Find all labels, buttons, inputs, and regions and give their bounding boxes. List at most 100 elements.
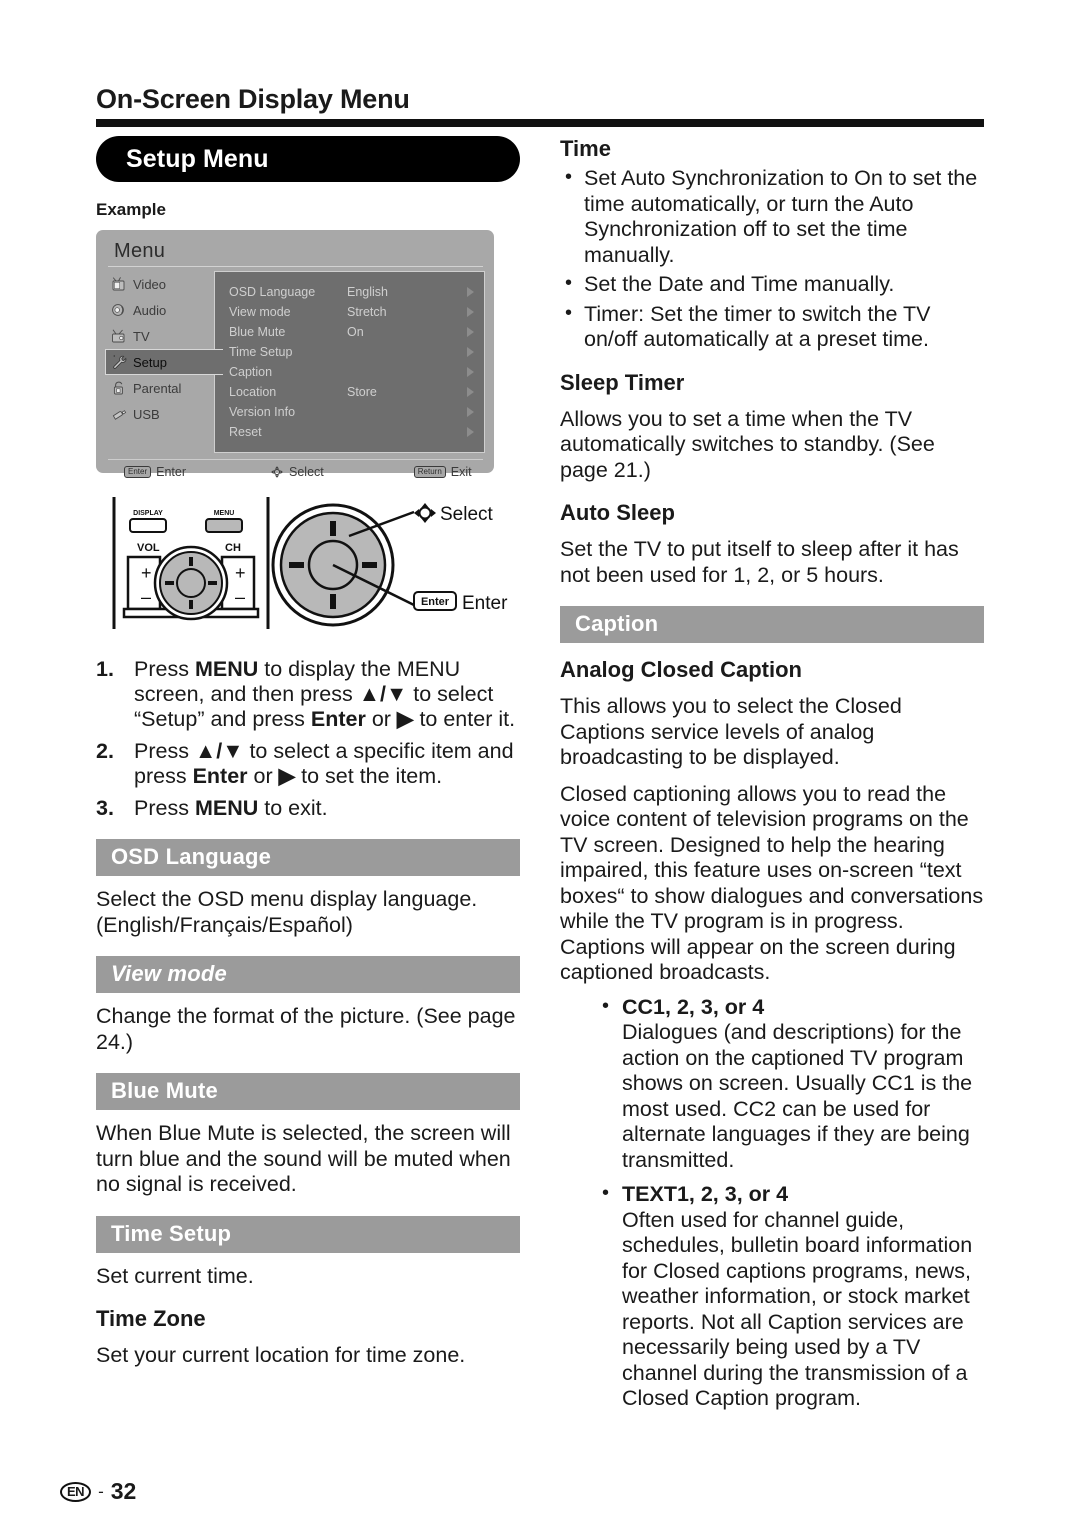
tv-menu-row[interactable]: Location Store bbox=[215, 382, 484, 402]
caption-item-title: TEXT1, 2, 3, or 4 bbox=[622, 1182, 789, 1206]
tv-menu-footer: Enter Enter Select Return Exit bbox=[106, 460, 485, 484]
dpad-up-marker bbox=[330, 521, 336, 536]
enter-key-icon: Enter bbox=[124, 466, 152, 478]
step-text: Press ▲/▼ to select a specific item and … bbox=[134, 739, 514, 788]
tv-menu-sidebar: Video Audio TV Setup Parental USB bbox=[105, 271, 223, 453]
display-button bbox=[129, 518, 167, 533]
caption-item-title: CC1, 2, 3, or 4 bbox=[622, 994, 765, 1019]
step-text: Press MENU to display the MENU screen, a… bbox=[134, 657, 516, 731]
remote-left-dpad bbox=[153, 545, 229, 621]
page-title: On-Screen Display Menu bbox=[96, 84, 410, 114]
tv-menu-row[interactable]: View mode Stretch bbox=[215, 302, 484, 322]
vol-minus-label: – bbox=[141, 587, 151, 607]
section-band-time-setup: Time Setup bbox=[96, 1215, 520, 1253]
caption-service-list: CC1, 2, 3, or 4 Dialogues (and descripti… bbox=[560, 994, 984, 1412]
chevron-right-icon bbox=[467, 327, 474, 337]
time-bullet-list: Set Auto Synchronization to On to set th… bbox=[560, 165, 984, 353]
tv-sidebar-item-video[interactable]: Video bbox=[106, 271, 216, 297]
tv-sidebar-item-usb[interactable]: USB bbox=[106, 401, 216, 427]
section-body-time-zone: Set your current location for time zone. bbox=[96, 1343, 466, 1367]
ch-label: CH bbox=[225, 542, 241, 554]
menu-button bbox=[205, 518, 243, 533]
lock-parental-icon bbox=[113, 381, 123, 395]
tv-menu-row-label: Time Setup bbox=[229, 345, 293, 359]
dpad-right-marker bbox=[362, 562, 377, 568]
analog-cc-paragraph-2: Closed captioning allows you to read the… bbox=[560, 781, 984, 985]
tv-sidebar-label: Audio bbox=[133, 302, 167, 318]
tv-sidebar-item-audio[interactable]: Audio bbox=[106, 297, 216, 323]
tv-sidebar-item-parental[interactable]: Parental bbox=[106, 375, 216, 401]
section-body-auto-sleep: Set the TV to put itself to sleep after … bbox=[560, 537, 959, 587]
tv-menu-row[interactable]: Caption bbox=[215, 362, 484, 382]
tv-menu-options-panel: OSD Language English View mode Stretch B… bbox=[214, 271, 485, 453]
vol-plus-label: + bbox=[141, 563, 152, 583]
section-body-time-setup: Set current time. bbox=[96, 1263, 254, 1288]
section-band-view-mode: View mode bbox=[96, 956, 520, 993]
step-number: 1. bbox=[96, 657, 114, 681]
dpad-select-icon bbox=[271, 466, 283, 478]
tv-sidebar-label: Parental bbox=[133, 380, 182, 396]
tv-footer-exit-label: Exit bbox=[450, 465, 472, 479]
chevron-right-icon bbox=[467, 287, 474, 297]
time-bullet: Timer: Set the timer to switch the TV on… bbox=[560, 301, 984, 353]
speaker-audio-icon bbox=[112, 304, 124, 316]
section-body-sleep-timer: Allows you to set a time when the TV aut… bbox=[560, 406, 935, 482]
tv-menu-row[interactable]: Time Setup bbox=[215, 342, 484, 362]
analog-cc-paragraph-1: This allows you to select the Closed Cap… bbox=[560, 694, 902, 769]
tv-menu-row[interactable]: OSD Language English bbox=[215, 282, 484, 302]
step-item: 3. Press MENU to exit. bbox=[96, 796, 520, 821]
ch-plus-label: + bbox=[235, 563, 246, 583]
tv-menu-row-label: OSD Language bbox=[229, 285, 316, 299]
dpad-down-marker bbox=[330, 594, 336, 609]
select-callout-icon bbox=[414, 503, 436, 523]
tv-menu-row[interactable]: Version Info bbox=[215, 402, 484, 422]
left-column: Setup Menu Example Menu Video Audio TV S… bbox=[96, 136, 520, 1369]
time-bullet: Set Auto Synchronization to On to set th… bbox=[560, 165, 984, 268]
tv-sidebar-item-tv[interactable]: TV bbox=[106, 323, 216, 349]
step-number: 3. bbox=[96, 796, 114, 820]
tv-footer-exit: Return Exit bbox=[413, 465, 472, 479]
enter-key-label: Enter bbox=[421, 596, 450, 608]
chevron-right-icon bbox=[467, 307, 474, 317]
footer-dash: - bbox=[98, 1481, 104, 1501]
dpad-left-marker bbox=[289, 562, 304, 568]
tv-menu-row-label: Blue Mute bbox=[229, 325, 286, 339]
tv-menu-row-label: Reset bbox=[229, 425, 262, 439]
page-footer: EN - 32 bbox=[60, 1478, 136, 1505]
tv-footer-select-label: Select bbox=[289, 465, 324, 479]
tv-menu-row-label: Version Info bbox=[229, 405, 296, 419]
chevron-right-icon bbox=[467, 427, 474, 437]
tv-menu-row[interactable]: Reset bbox=[215, 422, 484, 442]
setup-menu-heading: Setup Menu bbox=[96, 136, 520, 182]
tv-menu-row[interactable]: Blue Mute On bbox=[215, 322, 484, 342]
tv-menu-row-label: Caption bbox=[229, 365, 273, 379]
tv-menu-row-value: On bbox=[347, 325, 364, 339]
tv-sidebar-label: USB bbox=[133, 406, 160, 422]
menu-button-label: MENU bbox=[214, 510, 235, 517]
wrench-setup-icon bbox=[113, 355, 127, 369]
remote-control-diagram: DISPLAY MENU VOL CH + – + – Select Enter… bbox=[96, 489, 520, 635]
caption-item-body: Often used for channel guide, schedules,… bbox=[622, 1207, 973, 1411]
chevron-right-icon bbox=[467, 347, 474, 357]
tv-menu-title: Menu bbox=[114, 240, 166, 262]
tv-sidebar-item-setup[interactable]: Setup bbox=[105, 349, 223, 375]
enter-callout-label: Enter bbox=[462, 593, 508, 614]
display-button-label: DISPLAY bbox=[133, 510, 163, 517]
tv-video-icon bbox=[112, 277, 125, 291]
section-band-osd-language: OSD Language bbox=[96, 839, 520, 876]
subheading-time: Time bbox=[560, 136, 611, 161]
operation-steps: 1. Press MENU to display the MENU screen… bbox=[96, 657, 520, 821]
subheading-analog-closed-caption: Analog Closed Caption bbox=[560, 657, 802, 682]
title-divider bbox=[96, 119, 984, 127]
section-body-view-mode: Change the format of the picture. (See p… bbox=[96, 1004, 516, 1054]
chevron-right-icon bbox=[467, 367, 474, 377]
chevron-right-icon bbox=[467, 387, 474, 397]
right-column: Time Set Auto Synchronization to On to s… bbox=[560, 136, 984, 1412]
subheading-time-zone: Time Zone bbox=[96, 1306, 206, 1331]
tv-menu-row-value: Stretch bbox=[347, 305, 387, 319]
select-callout-label: Select bbox=[440, 504, 494, 525]
caption-item-body: Dialogues (and descriptions) for the act… bbox=[622, 1020, 973, 1172]
example-label: Example bbox=[96, 200, 166, 219]
return-key-icon: Return bbox=[413, 466, 446, 478]
tv-menu-row-label: Location bbox=[229, 385, 277, 399]
